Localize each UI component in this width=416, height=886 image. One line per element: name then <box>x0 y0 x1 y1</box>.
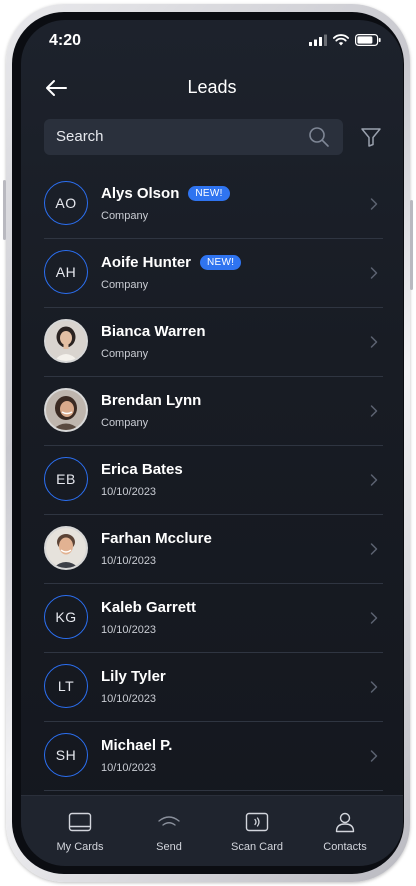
chevron-right-icon <box>370 474 378 486</box>
avatar-initials: SH <box>44 733 88 777</box>
chevron-right-icon <box>370 750 378 762</box>
avatar-initials: EB <box>44 457 88 501</box>
lead-subtitle: 10/10/2023 <box>101 624 157 636</box>
card-icon <box>67 810 93 834</box>
tab-bar: My Cards Send Scan Card Contacts <box>21 795 403 866</box>
lead-subtitle: 10/10/2023 <box>101 486 157 498</box>
filter-button[interactable] <box>358 124 384 150</box>
name-line: Brendan Lynn <box>101 392 201 409</box>
lead-name: Kaleb Garrett <box>101 599 197 616</box>
lead-name: Alys Olson <box>101 185 180 202</box>
lead-row[interactable]: Farhan Mcclure 10/10/2023 <box>44 515 383 584</box>
contacts-icon <box>332 810 358 834</box>
tab-label: Scan Card <box>231 841 283 853</box>
send-wave-icon <box>156 810 182 834</box>
name-line: Bianca Warren <box>101 323 205 340</box>
tab-my-cards[interactable]: My Cards <box>35 810 125 853</box>
person-photo-icon <box>46 528 86 568</box>
new-badge: NEW! <box>200 255 242 270</box>
chevron-right-icon <box>370 612 378 624</box>
lead-row[interactable]: KG Kaleb Garrett 10/10/2023 <box>44 584 383 653</box>
side-button-right <box>410 200 413 290</box>
lead-row[interactable]: Brendan Lynn Company <box>44 377 383 446</box>
filter-icon <box>361 128 381 147</box>
new-badge: NEW! <box>188 186 230 201</box>
signal-icon <box>309 34 327 46</box>
lead-row[interactable]: SH Michael P. 10/10/2023 <box>44 722 383 791</box>
avatar-initials: AO <box>44 181 88 225</box>
name-line: Michael P. <box>101 737 172 754</box>
name-line: Kaleb Garrett <box>101 599 196 616</box>
name-line: Erica Bates <box>101 461 183 478</box>
avatar-initials: KG <box>44 595 88 639</box>
lead-name: Bianca Warren <box>101 323 206 340</box>
lead-subtitle: Company <box>101 348 149 360</box>
person-photo-icon <box>46 390 86 430</box>
tab-scan-card[interactable]: Scan Card <box>212 810 302 853</box>
search-icon[interactable] <box>307 125 331 149</box>
search-placeholder: Search <box>56 128 104 145</box>
search-row: Search <box>44 119 389 155</box>
tab-label: Send <box>156 841 182 853</box>
leads-list: AO Alys Olson NEW! Company AH Aoife Hunt… <box>44 170 383 791</box>
avatar-photo <box>44 319 88 363</box>
lead-subtitle: 10/10/2023 <box>101 693 157 705</box>
chevron-right-icon <box>370 405 378 417</box>
lead-row[interactable]: AO Alys Olson NEW! Company <box>44 170 383 239</box>
search-input[interactable]: Search <box>44 119 343 155</box>
avatar-initials: LT <box>44 664 88 708</box>
lead-subtitle: Company <box>101 279 149 291</box>
lead-row[interactable]: EB Erica Bates 10/10/2023 <box>44 446 383 515</box>
lead-subtitle: Company <box>101 417 149 429</box>
tab-label: Contacts <box>323 841 367 853</box>
person-photo-icon <box>46 321 86 361</box>
scan-card-icon <box>244 810 270 834</box>
avatar-initials: AH <box>44 250 88 294</box>
tab-label: My Cards <box>56 841 104 853</box>
chevron-right-icon <box>370 681 378 693</box>
name-line: Farhan Mcclure <box>101 530 212 547</box>
tab-contacts[interactable]: Contacts <box>300 810 390 853</box>
battery-icon <box>355 34 381 46</box>
lead-name: Lily Tyler <box>101 668 166 685</box>
wifi-icon <box>333 34 349 46</box>
chevron-right-icon <box>370 336 378 348</box>
chevron-right-icon <box>370 198 378 210</box>
tab-send[interactable]: Send <box>124 810 214 853</box>
lead-row[interactable]: AH Aoife Hunter NEW! Company <box>44 239 383 308</box>
lead-subtitle: 10/10/2023 <box>101 762 157 774</box>
lead-name: Erica Bates <box>101 461 183 478</box>
chevron-right-icon <box>370 543 378 555</box>
lead-subtitle: Company <box>101 210 149 222</box>
name-line: Aoife Hunter NEW! <box>101 254 242 271</box>
avatar-photo <box>44 388 88 432</box>
avatar-photo <box>44 526 88 570</box>
nav-bar: Leads <box>21 68 403 108</box>
lead-row[interactable]: Bianca Warren Company <box>44 308 383 377</box>
lead-subtitle: 10/10/2023 <box>101 555 157 567</box>
lead-name: Farhan Mcclure <box>101 530 212 547</box>
side-button-left <box>3 180 6 240</box>
lead-name: Brendan Lynn <box>101 392 202 409</box>
page-title: Leads <box>187 77 237 97</box>
status-bar: 4:20 <box>21 20 403 64</box>
lead-name: Michael P. <box>101 737 173 754</box>
status-time: 4:20 <box>49 32 82 49</box>
status-icons <box>309 34 381 46</box>
app-screen: 4:20 Leads Search AO Alys Olson NEW! Com… <box>21 20 403 866</box>
lead-name: Aoife Hunter <box>101 254 191 271</box>
lead-row[interactable]: LT Lily Tyler 10/10/2023 <box>44 653 383 722</box>
chevron-right-icon <box>370 267 378 279</box>
name-line: Alys Olson NEW! <box>101 185 230 202</box>
name-line: Lily Tyler <box>101 668 166 685</box>
